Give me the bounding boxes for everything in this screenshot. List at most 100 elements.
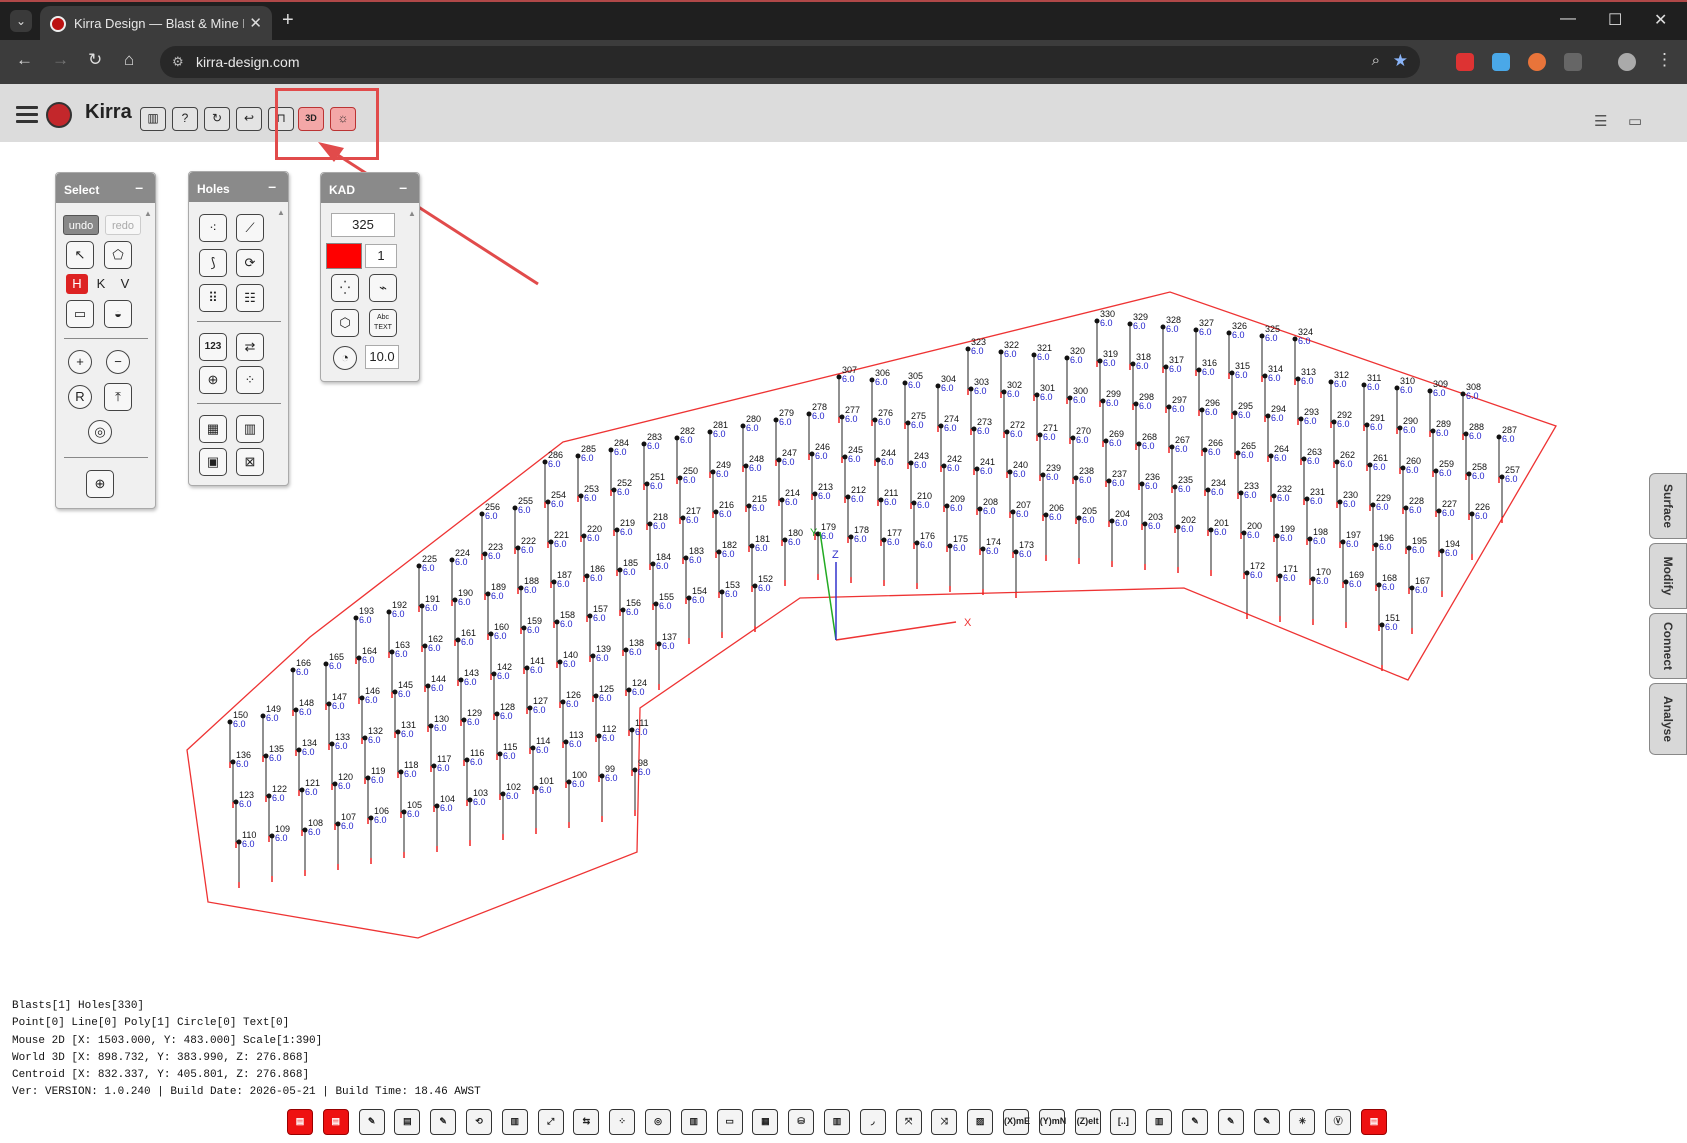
new-tab-button[interactable]: + (282, 10, 294, 30)
forward-arrow-icon[interactable]: → (52, 50, 69, 70)
bottom-tool-button[interactable]: ▭ (716, 1109, 743, 1135)
draw-polygon-icon[interactable]: ⬡ (331, 309, 359, 337)
close-window-button[interactable]: ✕ (1654, 10, 1667, 30)
hamburger-menu-icon[interactable] (16, 106, 38, 127)
bottom-tool-button[interactable]: ▤ (322, 1109, 349, 1135)
bottom-tool-button[interactable]: ◎ (645, 1109, 671, 1135)
blast-hole[interactable]: 1776.0 (881, 528, 903, 586)
line-width-input[interactable]: 1 (365, 244, 397, 268)
blast-hole[interactable]: 2266.0 (1469, 502, 1491, 560)
blast-hole[interactable]: 1786.0 (848, 525, 870, 583)
add-holes-icon[interactable]: ⁖ (199, 214, 227, 242)
radius-input[interactable]: 10.0 (365, 345, 399, 369)
vertex-select-toggle[interactable]: V (114, 274, 136, 294)
bottom-tool-button[interactable]: ✎ (1182, 1109, 1208, 1135)
maximize-window-button[interactable]: ☐ (1608, 10, 1622, 30)
measure-ruler-icon[interactable]: ▭ (66, 300, 94, 328)
scroll-up-icon[interactable]: ▲ (144, 209, 152, 218)
extension-icon[interactable] (1456, 53, 1474, 71)
bottom-tool-button[interactable]: ▤ (394, 1109, 421, 1135)
table-edit-icon[interactable]: ▦ (199, 415, 227, 443)
blast-hole[interactable]: 1046.0 (434, 794, 456, 852)
redo-button[interactable]: redo (105, 215, 141, 235)
extension-icon[interactable] (1528, 53, 1546, 71)
reload-icon[interactable]: ↻ (88, 50, 102, 70)
blast-hole[interactable]: 1516.0 (1379, 613, 1401, 671)
bottom-tool-button[interactable]: ▥ (680, 1109, 707, 1135)
blast-hole[interactable]: 1676.0 (1409, 576, 1431, 634)
blast-hole[interactable]: 1086.0 (302, 818, 324, 876)
bottom-tool-button[interactable]: (X)mE (1003, 1109, 1030, 1135)
blast-hole[interactable]: 1376.0 (656, 632, 678, 690)
draw-points-icon[interactable]: ⁛ (331, 274, 359, 302)
bottom-tool-button[interactable]: (Z)elt (1074, 1109, 1101, 1135)
entity-id-input[interactable]: 325 (331, 213, 395, 237)
bottom-tool-button[interactable]: [..] (1110, 1109, 1137, 1135)
blast-hole[interactable]: 1726.0 (1244, 561, 1266, 619)
add-line-holes-icon[interactable]: ⟋ (236, 214, 264, 242)
fit-to-screen-icon[interactable]: ⤒ (104, 383, 132, 411)
blast-hole[interactable]: 1026.0 (500, 782, 522, 840)
numbering-icon[interactable]: 123 (199, 333, 227, 361)
blast-hole[interactable]: 2066.0 (1043, 503, 1065, 561)
home-icon[interactable]: ⌂ (124, 50, 134, 70)
blast-hole[interactable]: 1766.0 (914, 531, 936, 589)
blast-hole[interactable]: 1716.0 (1277, 564, 1299, 622)
bottom-tool-button[interactable]: Ⓥ (1325, 1109, 1352, 1135)
bottom-tool-button[interactable]: ⇆ (573, 1109, 600, 1135)
tab-search-button[interactable]: ⌄ (10, 10, 32, 32)
blast-hole[interactable]: 1546.0 (686, 586, 708, 644)
puzzle-extensions-icon[interactable] (1564, 53, 1582, 71)
minimize-panel-icon[interactable]: – (268, 178, 276, 194)
blast-hole[interactable]: 1536.0 (719, 580, 741, 638)
bottom-tool-button[interactable]: ✎ (1217, 1109, 1244, 1135)
site-info-icon[interactable]: ⚙ (172, 54, 184, 70)
reset-view-icon[interactable]: R (68, 385, 92, 409)
blast-hole[interactable]: 1746.0 (980, 537, 1002, 595)
draw-text-icon[interactable]: Abc TEXT (369, 309, 397, 337)
bottom-tool-button[interactable]: ⤨ (931, 1109, 958, 1135)
blast-hole[interactable]: 1106.0 (236, 830, 257, 888)
scatter-points-icon[interactable]: ⁘ (236, 366, 264, 394)
list-icon[interactable]: ☰ (1594, 112, 1607, 130)
bottom-tool-button[interactable]: ⟲ (466, 1109, 492, 1135)
blast-hole[interactable]: 1006.0 (566, 770, 588, 828)
hole-select-toggle[interactable]: H (66, 274, 88, 294)
bottom-tool-button[interactable]: ▨ (967, 1109, 994, 1135)
blast-hole[interactable]: 986.0 (632, 758, 651, 816)
bottom-tool-button[interactable]: ▥ (501, 1109, 528, 1135)
back-arrow-icon[interactable]: ← (16, 50, 33, 70)
connect-icon[interactable]: ▣ (199, 448, 227, 476)
undo-button[interactable]: undo (63, 215, 99, 235)
blast-hole[interactable]: 2026.0 (1175, 515, 1197, 573)
minimize-panel-icon[interactable]: – (399, 179, 407, 195)
swap-icon[interactable]: ⇄ (236, 333, 264, 361)
blast-hole[interactable]: 1706.0 (1310, 567, 1332, 625)
bottom-tool-button[interactable]: ◞ (859, 1109, 886, 1135)
book-icon[interactable]: ▥ (140, 107, 166, 131)
bottom-tool-button[interactable]: ⤢ (537, 1109, 564, 1135)
bottom-tool-button[interactable]: ▦ (752, 1109, 779, 1135)
blast-hole[interactable]: 996.0 (599, 764, 618, 822)
bottom-tool-button[interactable]: ▤ (1361, 1109, 1387, 1135)
blast-hole[interactable]: 1056.0 (401, 800, 423, 858)
bookmark-star-icon[interactable]: ★ (1393, 51, 1408, 71)
bottom-tool-button[interactable]: ⁘ (609, 1109, 636, 1135)
blast-hole[interactable]: 1806.0 (782, 528, 804, 586)
color-picker[interactable] (326, 243, 362, 269)
blast-hole[interactable]: 2046.0 (1109, 509, 1131, 567)
address-bar[interactable]: ⚙ kirra-design.com ⌕ ★ (160, 46, 1420, 78)
bottom-tool-button[interactable]: ▤ (287, 1109, 313, 1135)
scroll-up-icon[interactable]: ▲ (408, 209, 416, 218)
tab-surface[interactable]: Surface (1649, 473, 1687, 539)
rotate-holes-icon[interactable]: ⟳ (236, 249, 264, 277)
blast-hole[interactable]: 1756.0 (947, 534, 969, 592)
profile-avatar[interactable] (1618, 53, 1636, 71)
blast-hole[interactable]: 2036.0 (1142, 512, 1164, 570)
tab-modify[interactable]: Modify (1649, 543, 1687, 609)
crosshair-icon[interactable]: ⊕ (199, 366, 227, 394)
pointer-select-icon[interactable]: ↖ (66, 241, 94, 269)
kad-select-toggle[interactable]: K (90, 274, 112, 294)
hole-list-icon[interactable]: ☷ (236, 284, 264, 312)
blast-hole[interactable]: 1946.0 (1439, 539, 1461, 597)
